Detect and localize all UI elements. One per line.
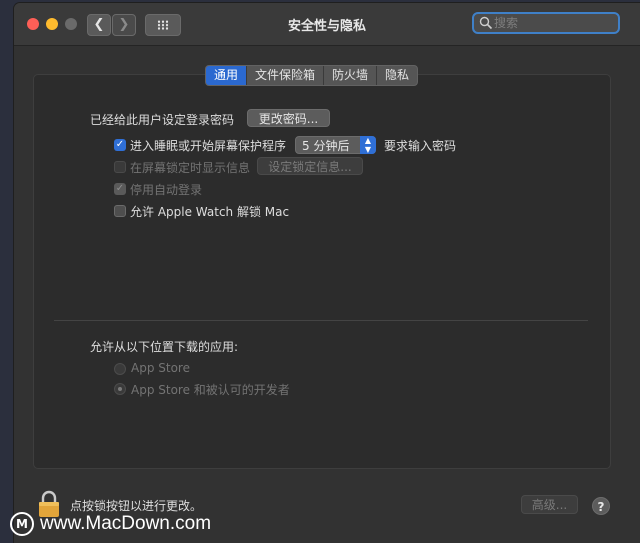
radio-app-store-identified-label: App Store 和被认可的开发者	[131, 383, 290, 397]
checkmark-icon: ✓	[115, 183, 125, 194]
watermark: M www.MacDown.com	[10, 511, 211, 537]
watermark-text: www.MacDown.com	[40, 513, 212, 534]
require-password-checkbox[interactable]: ✓	[114, 139, 126, 151]
radio-app-store[interactable]	[114, 363, 126, 375]
preferences-window: ❮ ❯ 安全性与隐私 通用 文件保险箱 防火墙 隐私 已经给此用户设定登录密码 …	[14, 3, 640, 543]
show-message-label: 在屏幕锁定时显示信息	[130, 161, 251, 175]
tab-bar: 通用 文件保险箱 防火墙 隐私	[205, 65, 419, 86]
title-bar: ❮ ❯ 安全性与隐私	[14, 3, 640, 46]
search-field[interactable]	[472, 12, 620, 34]
password-delay-value: 5 分钟后	[302, 139, 350, 153]
chevron-updown-icon: ▲ ▼	[360, 136, 376, 154]
search-icon	[479, 16, 493, 30]
show-message-checkbox[interactable]	[114, 161, 126, 173]
change-password-button[interactable]: 更改密码...	[247, 109, 330, 127]
radio-app-store-identified[interactable]	[114, 383, 126, 395]
section-divider	[54, 320, 588, 321]
advanced-button[interactable]: 高级...	[521, 495, 578, 514]
apple-watch-unlock-label: 允许 Apple Watch 解锁 Mac	[130, 205, 290, 219]
set-lock-message-button[interactable]: 设定锁定信息...	[257, 157, 363, 175]
password-delay-select[interactable]: 5 分钟后 ▲ ▼	[295, 136, 376, 154]
tab-general[interactable]: 通用	[206, 66, 247, 85]
require-password-suffix: 要求输入密码	[384, 139, 457, 153]
radio-app-store-label: App Store	[131, 361, 190, 375]
tab-firewall[interactable]: 防火墙	[323, 66, 376, 85]
search-input[interactable]	[494, 15, 614, 31]
settings-panel	[33, 74, 611, 469]
password-status-label: 已经给此用户设定登录密码	[90, 113, 235, 127]
apple-watch-unlock-checkbox[interactable]	[114, 205, 126, 217]
disable-autologin-label: 停用自动登录	[130, 183, 203, 197]
tab-filevault[interactable]: 文件保险箱	[246, 66, 323, 85]
macdown-logo-icon: M	[10, 512, 34, 536]
checkmark-icon: ✓	[115, 139, 125, 150]
disable-autologin-checkbox[interactable]: ✓	[114, 183, 126, 195]
download-source-label: 允许从以下位置下载的应用:	[90, 340, 239, 354]
require-password-label: 进入睡眠或开始屏幕保护程序	[130, 139, 287, 153]
help-icon: ?	[597, 500, 605, 514]
help-button[interactable]: ?	[592, 497, 610, 515]
tab-privacy[interactable]: 隐私	[376, 66, 417, 85]
